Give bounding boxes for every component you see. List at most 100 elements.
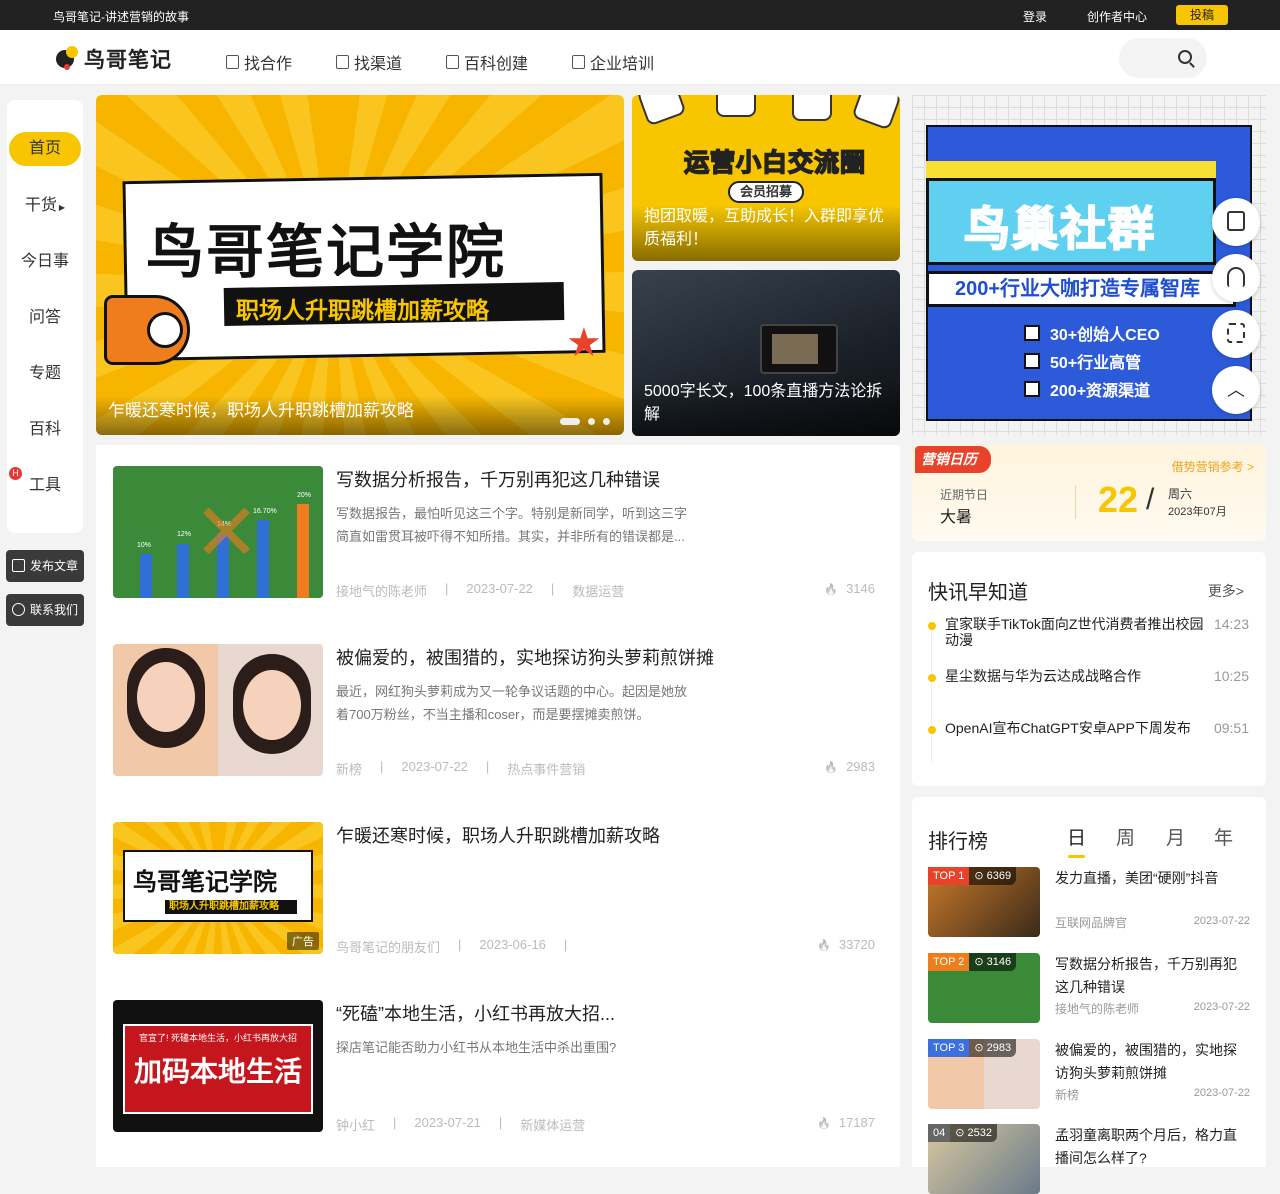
article-thumbnail: 官宣了! 死磕本地生活，小红书再放大招 加码本地生活	[113, 1000, 323, 1132]
button-label: 发布文章	[30, 559, 79, 573]
sidebar-item-home[interactable]: 首页	[9, 132, 81, 166]
article-author[interactable]: 钟小红	[336, 1115, 375, 1134]
promo-slide-live[interactable]: 5000字长文，100条直播方法论拆解	[632, 270, 900, 436]
meta-divider: |	[445, 581, 449, 596]
ad-point-text: 50+行业高管	[1050, 355, 1142, 372]
meta-divider: |	[380, 759, 384, 774]
site-logo[interactable]: 鸟哥笔记	[56, 44, 172, 74]
search-box[interactable]	[1119, 38, 1207, 78]
article-views: 17187	[817, 1115, 875, 1130]
hero-banner[interactable]: 鸟哥笔记学院 职场人升职跳槽加薪攻略 ★ 乍暖还寒时候，职场人升职跳槽加薪攻略	[96, 95, 624, 435]
article-card-ad[interactable]: 鸟哥笔记学院 职场人升职跳槽加薪攻略 广告 乍暖还寒时候，职场人升职跳槽加薪攻略…	[113, 822, 893, 956]
ad-point: 50+行业高管	[1024, 349, 1141, 373]
calendar-day: 22	[1098, 479, 1139, 520]
article-card[interactable]: 被偏爱的，被围猎的，实地探访狗头萝莉煎饼摊 最近，网红狗头萝莉成为又一轮争议话题…	[113, 644, 893, 778]
thumb-title: 鸟哥笔记学院	[133, 869, 277, 896]
article-title[interactable]: 写数据分析报告，千万别再犯这几种错误	[336, 466, 660, 492]
sidebar-item-qa[interactable]: 问答	[7, 301, 83, 335]
near-festival-label: 近期节日	[940, 488, 989, 502]
news-more-link[interactable]: 更多>	[1208, 581, 1244, 601]
article-meta: 钟小红 | 2023-07-21 | 新媒体运营	[336, 1115, 585, 1134]
article-title[interactable]: “死磕”本地生活，小红书再放大招...	[336, 1000, 615, 1026]
sidebar-item-today[interactable]: 今日事	[7, 245, 83, 279]
article-category[interactable]: 热点事件营销	[507, 759, 585, 778]
promo-caption: 抱团取暖，互助成长！入群即享优质福利！	[632, 205, 900, 261]
hand-icon	[851, 95, 900, 131]
rank-views-value: 2532	[967, 1127, 993, 1139]
carousel-dot[interactable]	[603, 418, 610, 425]
mobile-icon[interactable]	[1212, 198, 1260, 246]
left-sidebar: 首页 干货 ▶ 今日事 问答 专题 百科 H 工具	[7, 100, 83, 533]
tab-year[interactable]: 年	[1214, 823, 1233, 850]
article-card[interactable]: 官宣了! 死磕本地生活，小红书再放大招 加码本地生活 “死磕”本地生活，小红书再…	[113, 1000, 893, 1134]
checkbox-icon	[1024, 381, 1040, 397]
submit-post-button[interactable]: 投稿	[1176, 5, 1228, 25]
nav-label: 找渠道	[354, 56, 403, 73]
hand-icon	[792, 95, 832, 121]
calendar-divider	[1075, 485, 1076, 519]
back-to-top-icon[interactable]: ︿	[1212, 366, 1260, 414]
carousel-dot[interactable]	[588, 418, 595, 425]
nav-find-cooperation[interactable]: 找合作	[226, 50, 292, 74]
rank-author: 互联网品牌官	[1055, 916, 1128, 930]
carousel-dot[interactable]	[560, 418, 580, 425]
promo-slide-community[interactable]: 运营小白交流圈 会员招募 抱团取暖，互助成长！入群即享优质福利！	[632, 95, 900, 261]
login-link[interactable]: 登录	[1023, 8, 1047, 25]
nav-enterprise-training[interactable]: 企业培训	[572, 50, 654, 74]
article-date: 2023-07-22	[401, 759, 468, 774]
channel-icon	[336, 55, 349, 69]
contact-us-button[interactable]: 联系我们	[6, 594, 84, 626]
rank-number: TOP 3	[928, 1039, 970, 1057]
rank-badge: TOP 3 ⊙ 2983	[928, 1039, 1017, 1057]
article-author[interactable]: 新榜	[336, 759, 362, 778]
search-icon[interactable]	[1178, 50, 1192, 64]
calendar-tag: 营销日历	[915, 446, 991, 473]
cooperation-icon	[226, 55, 239, 69]
customer-service-icon[interactable]	[1212, 254, 1260, 302]
calendar-reference-link[interactable]: 借势营销参考 >	[1172, 458, 1254, 475]
article-author[interactable]: 鸟哥笔记的朋友们	[336, 937, 440, 956]
article-feed: 10% 12% 14% 16.70% 20% ✕ 写数据分析报告，千万别再犯这几…	[96, 445, 900, 1167]
article-thumbnail	[113, 644, 323, 776]
checkbox-icon	[1024, 353, 1040, 369]
rank-author: 接地气的陈老师	[1055, 1002, 1140, 1016]
sidebar-item-wiki[interactable]: 百科	[7, 413, 83, 447]
calendar-yearmonth: 2023年07月	[1168, 506, 1227, 518]
carousel-dots[interactable]	[560, 418, 610, 425]
top-bar: 鸟哥笔记-讲述营销的故事 登录 创作者中心 投稿	[0, 0, 1280, 30]
hand-icon	[633, 95, 687, 127]
tab-month[interactable]: 月	[1166, 823, 1185, 850]
article-category[interactable]: 新媒体运营	[520, 1115, 585, 1134]
publish-article-button[interactable]: 发布文章	[6, 550, 84, 582]
article-category[interactable]: 数据运营	[572, 581, 624, 600]
banner-subtitle: 职场人升职跳槽加薪攻略	[236, 297, 489, 323]
news-flash-panel: 快讯早知道 更多> 宜家联手TikTok面向Z世代消费者推出校园动漫 14:23 …	[912, 552, 1266, 786]
nav-find-channel[interactable]: 找渠道	[336, 50, 402, 74]
article-title[interactable]: 乍暖还寒时候，职场人升职跳槽加薪攻略	[336, 822, 660, 848]
qrcode-icon[interactable]	[1212, 310, 1260, 358]
sidebar-item-topics[interactable]: 专题	[7, 357, 83, 391]
tab-day[interactable]: 日	[1067, 823, 1086, 858]
meta-divider: |	[498, 1115, 503, 1130]
logo-text: 鸟哥笔记	[84, 49, 172, 72]
article-summary: 探店笔记能否助力小红书从本地生活中杀出重围?	[336, 1040, 617, 1055]
chart-bar	[177, 544, 189, 598]
article-title[interactable]: 被偏爱的，被围猎的，实地探访狗头萝莉煎饼摊	[336, 644, 714, 670]
creator-center-link[interactable]: 创作者中心	[1087, 8, 1147, 25]
article-views: 2983	[824, 759, 875, 774]
sidebar-item-tools[interactable]: H 工具	[7, 467, 83, 503]
timeline-dot	[928, 674, 936, 682]
tab-week[interactable]: 周	[1116, 823, 1135, 850]
article-card[interactable]: 10% 12% 14% 16.70% 20% ✕ 写数据分析报告，千万别再犯这几…	[113, 466, 893, 600]
portrait-face	[243, 670, 301, 740]
rank-badge: TOP 2 ⊙ 3146	[928, 953, 1017, 971]
rank-number: TOP 2	[928, 953, 970, 971]
rank-views-value: 2983	[986, 1042, 1012, 1054]
news-text: OpenAI宣布ChatGPT安卓APP下周发布	[945, 720, 1191, 736]
article-author[interactable]: 接地气的陈老师	[336, 581, 427, 600]
heart-icon	[12, 603, 25, 616]
marketing-calendar: 营销日历 借势营销参考 > 近期节日 大暑 22 / 周六 2023年07月	[912, 445, 1266, 541]
sidebar-item-dry-goods[interactable]: 干货 ▶	[7, 189, 83, 223]
nav-wiki-create[interactable]: 百科创建	[446, 50, 528, 74]
timeline-line	[931, 622, 932, 762]
